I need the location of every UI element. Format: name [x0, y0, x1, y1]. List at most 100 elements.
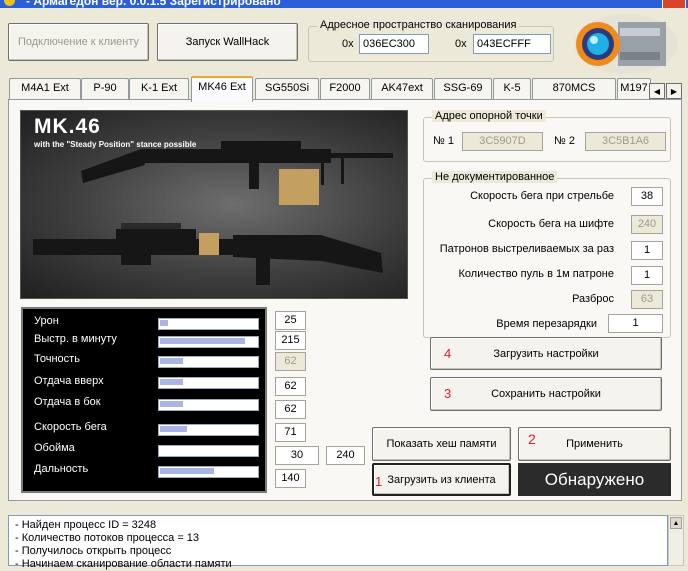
undocumented-group: Не документированное Скорость бега при с… — [423, 171, 671, 338]
app-icon — [4, 0, 15, 6]
ref-address-2-field[interactable]: 3C5B1A6 — [585, 132, 666, 151]
log-line: - Количество потоков процесса = 13 — [15, 532, 200, 544]
weapon-tabs: M4A1 Ext P-90 K-1 Ext MK46 Ext SG550Si F… — [8, 76, 682, 102]
stat-label: Скорость бега — [34, 421, 107, 433]
apply-label: Применить — [566, 438, 623, 450]
stat-bar — [158, 336, 259, 348]
stat-label: Точность — [34, 353, 80, 365]
ref-label-1: № 1 — [433, 135, 454, 147]
row-label: Патронов выстреливаемых за раз — [439, 243, 614, 255]
scan-start-input[interactable] — [359, 34, 429, 54]
run-speed-field[interactable]: 71 — [275, 423, 306, 442]
rate-of-fire-field[interactable]: 215 — [275, 331, 306, 350]
load-from-client-label: Загрузить из клиента — [387, 473, 496, 486]
run-speed-shift-field[interactable]: 240 — [631, 215, 663, 234]
stat-bar — [158, 318, 259, 330]
scan-end-input[interactable] — [473, 34, 551, 54]
tab-m197[interactable]: M197 — [617, 78, 651, 100]
tab-mk46-ext[interactable]: MK46 Ext — [191, 76, 253, 102]
scan-range-group: Адресное пространство сканирования 0x 0x — [308, 19, 554, 62]
stat-bar — [158, 445, 259, 457]
bullets-per-round-field[interactable]: 1 — [631, 266, 663, 285]
logo-icon — [574, 14, 678, 74]
row-label: Скорость бега на шифте — [488, 218, 614, 230]
stat-bar — [158, 377, 259, 389]
reload-time-field[interactable]: 1 — [608, 314, 663, 333]
range-field[interactable]: 140 — [275, 469, 306, 488]
log-line: - Начинаем сканирование области памяти — [15, 558, 232, 570]
row-label: Время перезарядки — [496, 318, 597, 330]
tab-scroll-left-icon[interactable]: ◀ — [649, 83, 665, 99]
hint-number: 2 — [528, 431, 536, 447]
tab-p90[interactable]: P-90 — [81, 78, 129, 100]
save-settings-button[interactable]: 3 Сохранить настройки — [430, 377, 662, 411]
stat-bar-fill — [160, 426, 188, 432]
stat-bar — [158, 399, 259, 411]
rounds-per-shot-field[interactable]: 1 — [631, 241, 663, 260]
start-wallhack-button[interactable]: Запуск WallHack — [157, 23, 298, 61]
stat-label: Отдача вверх — [34, 375, 104, 387]
stat-label: Отдача в бок — [34, 396, 101, 408]
close-icon[interactable] — [662, 0, 686, 8]
ref-label-2: № 2 — [554, 135, 575, 147]
tab-k5[interactable]: K-5 — [493, 78, 531, 100]
tab-m4a1-ext[interactable]: M4A1 Ext — [9, 78, 81, 100]
row-label: Скорость бега при стрельбе — [470, 190, 614, 202]
stat-label: Обойма — [34, 442, 75, 454]
hint-number: 1 — [375, 474, 383, 489]
stat-bar-fill — [160, 468, 215, 474]
stat-bar — [158, 424, 259, 436]
tab-870mcs[interactable]: 870MCS — [532, 78, 616, 100]
show-memory-hash-button[interactable]: Показать хеш памяти — [372, 427, 511, 461]
tab-f2000[interactable]: F2000 — [320, 78, 370, 100]
scan-range-title: Адресное пространство сканирования — [317, 19, 520, 31]
stat-label: Дальность — [34, 463, 89, 475]
machine-gun-icon — [33, 141, 393, 285]
load-from-client-button[interactable]: 1 Загрузить из клиента — [372, 463, 511, 496]
stat-bar-fill — [160, 379, 184, 385]
tab-k1-ext[interactable]: K-1 Ext — [129, 78, 189, 100]
damage-field[interactable]: 25 — [275, 311, 306, 330]
apply-button[interactable]: 2 Применить — [518, 427, 671, 461]
stat-bar — [158, 356, 259, 368]
tab-sg550si[interactable]: SG550Si — [255, 78, 319, 100]
hex-prefix: 0x — [455, 38, 467, 50]
stat-label: Урон — [34, 315, 59, 327]
tab-scroll-right-icon[interactable]: ▶ — [666, 83, 682, 99]
stat-bar-fill — [160, 320, 168, 326]
log-line: - Найден процесс ID = 3248 — [15, 519, 157, 531]
clip-field[interactable]: 30 — [275, 446, 319, 465]
ref-address-group: Адрес опорной точки № 1 3C5907D № 2 3C5B… — [423, 110, 671, 162]
save-settings-label: Сохранить настройки — [491, 388, 601, 400]
run-speed-fire-field[interactable]: 38 — [631, 187, 663, 206]
status-indicator: Обнаружено — [518, 463, 671, 496]
title-bar: - Армагедон вер. 0.0.1.5 Зарегистрирован… — [0, 0, 688, 8]
tab-ak47ext[interactable]: AK47ext — [371, 78, 433, 100]
tab-ssg69[interactable]: SSG-69 — [434, 78, 492, 100]
hint-number: 3 — [444, 386, 452, 401]
load-settings-button[interactable]: 4 Загрузить настройки — [430, 337, 662, 370]
stat-bar-fill — [160, 338, 246, 344]
reserve-ammo-field[interactable]: 240 — [326, 446, 365, 465]
load-settings-label: Загрузить настройки — [493, 347, 599, 360]
stat-bar-fill — [160, 401, 184, 407]
ref-address-1-field[interactable]: 3C5907D — [462, 132, 543, 151]
log-textarea[interactable]: - Найден процесс ID = 3248 - Количество … — [8, 515, 668, 570]
stat-label: Выстр. в минуту — [34, 333, 117, 345]
log-scrollbar[interactable]: ▲ — [668, 515, 684, 566]
weapon-image: MK.46 with the "Steady Position" stance … — [20, 110, 408, 299]
stat-bar-fill — [160, 358, 184, 364]
hint-number: 4 — [444, 346, 452, 361]
connect-client-button[interactable]: Подключение к клиенту — [8, 23, 149, 61]
stat-bar — [158, 466, 259, 478]
scroll-up-icon[interactable]: ▲ — [670, 517, 682, 529]
row-label: Разброс — [572, 293, 614, 305]
spread-field[interactable]: 63 — [631, 290, 663, 309]
accuracy-field[interactable]: 62 — [275, 352, 306, 371]
recoil-side-field[interactable]: 62 — [275, 400, 306, 419]
log-line: - Получилось открыть процесс — [15, 545, 172, 557]
undocumented-title: Не документированное — [432, 171, 558, 183]
row-label: Количество пуль в 1м патроне — [458, 268, 614, 280]
hex-prefix: 0x — [342, 38, 354, 50]
recoil-up-field[interactable]: 62 — [275, 377, 306, 396]
